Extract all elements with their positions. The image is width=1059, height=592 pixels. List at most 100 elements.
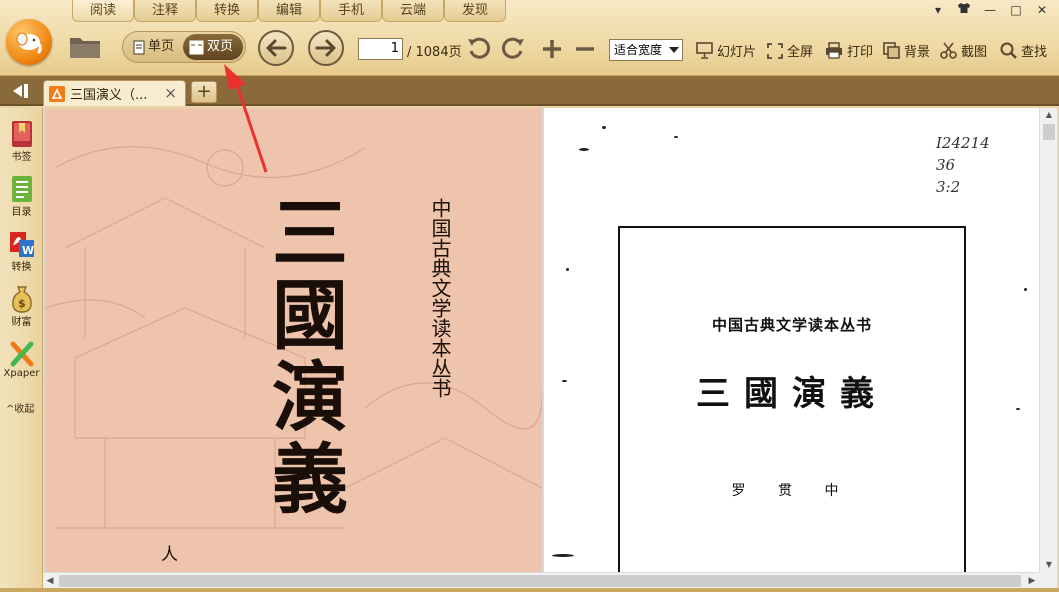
- menu-tab-read[interactable]: 阅读: [72, 0, 134, 22]
- scan-speck: [1024, 288, 1027, 291]
- sidebar-item-label: 目录: [11, 207, 32, 218]
- title-page-title: 三國演義: [696, 374, 888, 414]
- horizontal-scrollbar[interactable]: ◀ ▶: [43, 572, 1039, 588]
- find-button[interactable]: 查找: [1000, 41, 1047, 60]
- document-tab[interactable]: 三国演义（... ×: [43, 80, 186, 106]
- next-page-button[interactable]: [308, 30, 344, 66]
- rotate-cw-icon: [501, 37, 524, 59]
- cover-publisher-fragment: 人: [161, 545, 178, 565]
- sidebar-item-convert[interactable]: W 转换: [0, 230, 43, 273]
- scan-speck: [674, 136, 678, 138]
- background-icon: [883, 42, 900, 59]
- new-tab-button[interactable]: +: [191, 81, 217, 103]
- menu-tab-annotate[interactable]: 注释: [134, 0, 196, 22]
- svg-text:W: W: [22, 244, 34, 257]
- menu-tab-cloud[interactable]: 云端: [382, 0, 444, 22]
- cover-series-label: 中国古典文学读本丛书: [428, 198, 452, 398]
- background-button[interactable]: 背景: [883, 41, 930, 60]
- document-tab-title: 三国演义（...: [70, 88, 148, 103]
- scroll-right-icon[interactable]: ▶: [1025, 573, 1039, 589]
- elephant-logo-icon: [16, 32, 42, 54]
- title-toolbar-area: 阅读 注释 转换 编辑 手机 云端 发现 ▾ — □ ✕ 单页 双页 1 / 1…: [0, 0, 1059, 76]
- maximize-button[interactable]: □: [1007, 2, 1025, 18]
- document-favicon-icon: [49, 85, 65, 102]
- stamp-line: 36: [936, 156, 956, 174]
- sidebar-item-label: Xpaper: [3, 368, 40, 379]
- main-menu-tabs: 阅读 注释 转换 编辑 手机 云端 发现: [72, 0, 506, 22]
- app-logo-button[interactable]: [6, 19, 52, 65]
- collapse-sidebar-link[interactable]: ^收起: [6, 400, 34, 415]
- double-page-label: 双页: [207, 39, 234, 54]
- sidebar-item-toc[interactable]: 目录: [0, 175, 43, 218]
- open-file-button[interactable]: [68, 32, 102, 62]
- scan-speck: [1016, 408, 1020, 410]
- print-label: 打印: [847, 45, 874, 60]
- scan-speck: [579, 148, 589, 151]
- page-total-label: / 1084页: [407, 45, 462, 60]
- printer-icon: [826, 42, 842, 59]
- rotate-left-button[interactable]: [466, 36, 492, 62]
- menu-tab-mobile[interactable]: 手机: [320, 0, 382, 22]
- stamp-line: I24214: [936, 134, 990, 152]
- vertical-scrollbar[interactable]: ▲ ▼: [1039, 108, 1057, 572]
- menu-tab-convert[interactable]: 转换: [196, 0, 258, 22]
- xpaper-icon: [9, 340, 35, 368]
- screenshot-button[interactable]: 截图: [940, 41, 987, 60]
- left-page-cover: 三國演義 中国古典文学读本丛书 人: [45, 108, 542, 572]
- close-window-button[interactable]: ✕: [1033, 2, 1051, 18]
- skin-icon[interactable]: [955, 2, 973, 18]
- folder-icon: [70, 38, 100, 58]
- svg-text:$: $: [18, 297, 26, 310]
- menu-dropdown-icon[interactable]: ▾: [929, 2, 947, 18]
- pdf-convert-icon: W: [9, 230, 35, 258]
- rotate-ccw-icon: [468, 37, 491, 59]
- left-side-panel: 书签 目录 W 转换 $ 财富 Xpaper ^收起: [0, 108, 43, 592]
- scissors-icon: [940, 42, 957, 59]
- library-stamp: I24214 36 3:2: [936, 132, 990, 198]
- rotate-right-button[interactable]: [500, 36, 526, 62]
- window-bottom-border: [0, 588, 1059, 592]
- double-page-button[interactable]: 双页: [183, 34, 243, 60]
- sidebar-item-bookmarks[interactable]: 书签: [0, 120, 43, 163]
- double-page-icon: [189, 40, 204, 54]
- arrow-right-icon: [315, 39, 336, 57]
- minimize-button[interactable]: —: [981, 2, 999, 18]
- scroll-down-icon[interactable]: ▼: [1040, 558, 1058, 572]
- right-page-title: I24214 36 3:2 中国古典文学读本丛书 三國演義 罗 贯 中: [544, 108, 1039, 572]
- toc-icon: [9, 175, 35, 203]
- zoom-in-button[interactable]: [541, 38, 563, 60]
- scan-speck: [602, 126, 606, 129]
- toggle-sidebar-button[interactable]: [6, 81, 34, 101]
- print-button[interactable]: 打印: [825, 41, 873, 60]
- reading-toolbar: 单页 双页 1 / 1084页 适合宽度 幻灯片 全屏 打印 背景 截图 查找: [60, 28, 1055, 70]
- fullscreen-button[interactable]: 全屏: [767, 41, 813, 60]
- previous-page-button[interactable]: [258, 30, 294, 66]
- fullscreen-icon: [767, 42, 783, 59]
- page-layout-toggle: 单页 双页: [122, 31, 246, 63]
- title-page-series: 中国古典文学读本丛书: [711, 316, 872, 334]
- single-page-label: 单页: [148, 39, 175, 54]
- document-viewport[interactable]: 三國演義 中国古典文学读本丛书 人 I24214 36 3:2 中国古典文学读本…: [43, 108, 1039, 572]
- plus-icon: [543, 40, 561, 58]
- single-page-button[interactable]: 单页: [127, 34, 180, 60]
- close-tab-button[interactable]: ×: [164, 84, 177, 102]
- sidebar-item-wealth[interactable]: $ 财富: [0, 285, 43, 328]
- menu-tab-discover[interactable]: 发现: [444, 0, 506, 22]
- scroll-up-icon[interactable]: ▲: [1040, 108, 1058, 122]
- zoom-mode-select[interactable]: 适合宽度: [609, 39, 683, 61]
- menu-tab-edit[interactable]: 编辑: [258, 0, 320, 22]
- cover-title: 三國演義: [259, 193, 348, 521]
- vertical-scroll-thumb[interactable]: [1043, 124, 1055, 140]
- slideshow-button[interactable]: 幻灯片: [696, 41, 756, 60]
- fullscreen-label: 全屏: [787, 45, 814, 60]
- money-bag-icon: $: [9, 285, 35, 313]
- scan-speck: [562, 380, 567, 382]
- zoom-out-button[interactable]: [574, 38, 596, 60]
- arrow-left-icon: [266, 39, 287, 57]
- zoom-mode-value: 适合宽度: [614, 43, 663, 57]
- scroll-left-icon[interactable]: ◀: [43, 573, 57, 589]
- sidebar-item-xpaper[interactable]: Xpaper: [0, 340, 43, 379]
- horizontal-scroll-thumb[interactable]: [59, 575, 1021, 587]
- page-number-input[interactable]: 1: [358, 38, 403, 60]
- stamp-line: 3:2: [936, 178, 961, 196]
